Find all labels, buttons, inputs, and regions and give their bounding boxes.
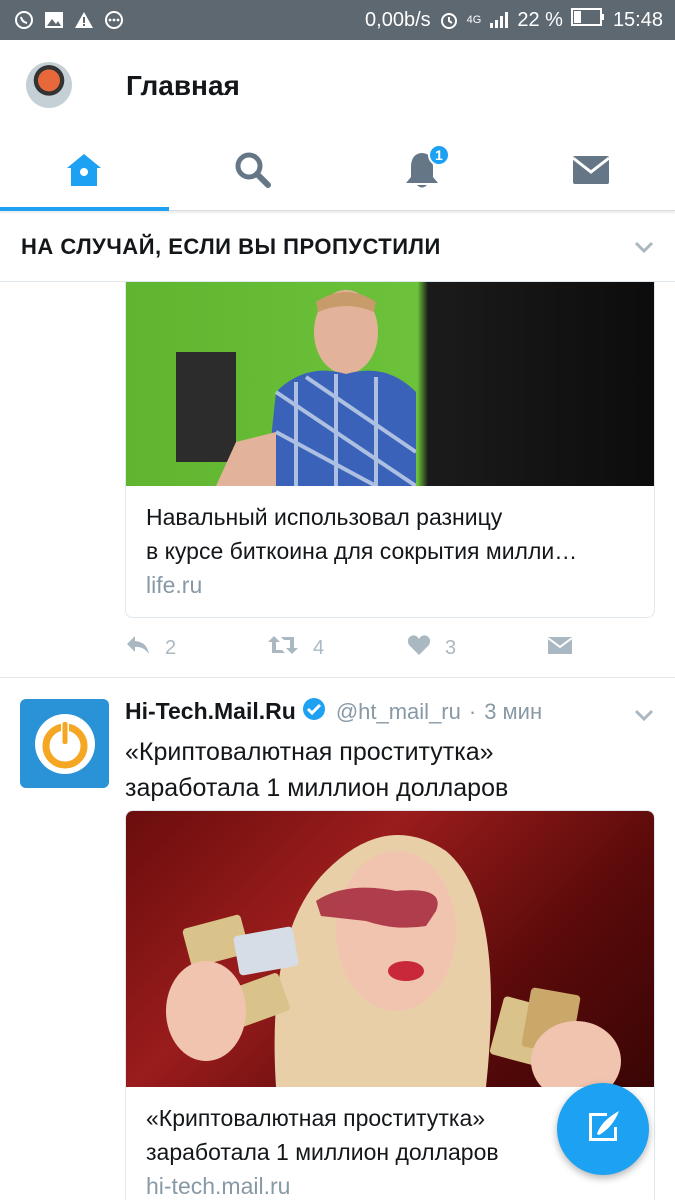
tweet-text: «Криптовалютная проститутка» заработала …	[125, 734, 645, 806]
retweet-count: 4	[313, 636, 325, 659]
tweet-time: 3 мин	[484, 698, 543, 724]
verified-badge-icon	[302, 697, 326, 726]
tab-bar: 1	[0, 135, 675, 211]
heart-icon	[407, 634, 431, 662]
tab-home[interactable]	[0, 135, 169, 211]
tweet-text-line1: «Криптовалютная проститутка»	[125, 738, 494, 766]
reply-count: 2	[165, 636, 177, 659]
search-icon	[233, 150, 273, 195]
card-image	[126, 282, 654, 486]
envelope-icon	[547, 634, 573, 662]
status-bar: 0,00b/s 4G 22 % 15:48	[0, 0, 675, 40]
author-handle: @ht_mail_ru	[335, 698, 461, 724]
tab-search[interactable]	[169, 135, 338, 210]
tweet-actions: 2 4 3	[125, 630, 655, 666]
link-card[interactable]: Навальный использовал разницу в курсе би…	[125, 282, 655, 618]
tweet-author-avatar[interactable]	[20, 699, 109, 788]
clock: 15:48	[612, 8, 663, 31]
compose-tweet-button[interactable]	[557, 1083, 649, 1175]
battery-icon	[570, 8, 605, 32]
app-header: Главная	[0, 40, 675, 135]
profile-avatar[interactable]	[26, 62, 72, 108]
tab-messages[interactable]	[506, 135, 675, 210]
home-icon	[64, 150, 104, 195]
envelope-icon	[571, 154, 611, 191]
tweet-header: Hi-Tech.Mail.Ru @ht_mail_ru · 3 мин	[125, 697, 542, 726]
signal-icon	[489, 10, 509, 30]
more-icon	[104, 10, 124, 30]
warning-icon	[74, 10, 94, 30]
battery-percent: 22 %	[517, 8, 563, 31]
like-button[interactable]: 3	[407, 634, 456, 662]
reply-icon	[125, 634, 151, 662]
retweet-button[interactable]: 4	[267, 634, 324, 662]
power-logo-icon	[34, 713, 95, 774]
card-image	[126, 811, 654, 1087]
person-illustration	[176, 290, 416, 486]
page-title: Главная	[126, 70, 240, 101]
chevron-down-icon[interactable]	[633, 704, 655, 731]
card-url: life.ru	[146, 572, 203, 598]
compose-feather-icon	[583, 1107, 623, 1152]
woman-illustration	[166, 835, 621, 1087]
whatsapp-icon	[14, 10, 34, 30]
meta-separator: ·	[468, 698, 477, 724]
chevron-down-icon[interactable]	[633, 236, 655, 263]
tab-notifications[interactable]: 1	[338, 135, 507, 210]
author-name[interactable]: Hi-Tech.Mail.Ru	[125, 698, 296, 725]
bell-icon	[404, 153, 440, 194]
section-header: НА СЛУЧАЙ, ЕСЛИ ВЫ ПРОПУСТИЛИ	[0, 212, 675, 282]
network-type: 4G	[466, 14, 482, 26]
notification-badge: 1	[427, 144, 450, 166]
card-url: hi-tech.mail.ru	[146, 1173, 291, 1199]
network-speed: 0,00b/s	[365, 8, 431, 31]
retweet-icon	[267, 634, 299, 662]
image-icon	[44, 10, 64, 30]
direct-message-button[interactable]	[547, 634, 573, 662]
card-title-line1: Навальный использовал разницу	[146, 504, 503, 530]
card-title-line2: в курсе биткоина для сокрытия милли…	[146, 538, 578, 564]
reply-button[interactable]: 2	[125, 634, 176, 662]
like-count: 3	[445, 636, 457, 659]
tweet-divider	[0, 677, 675, 678]
alarm-icon	[439, 10, 459, 30]
tweet-text-line2: заработала 1 миллион долларов	[125, 774, 509, 802]
section-title: НА СЛУЧАЙ, ЕСЛИ ВЫ ПРОПУСТИЛИ	[21, 233, 441, 259]
